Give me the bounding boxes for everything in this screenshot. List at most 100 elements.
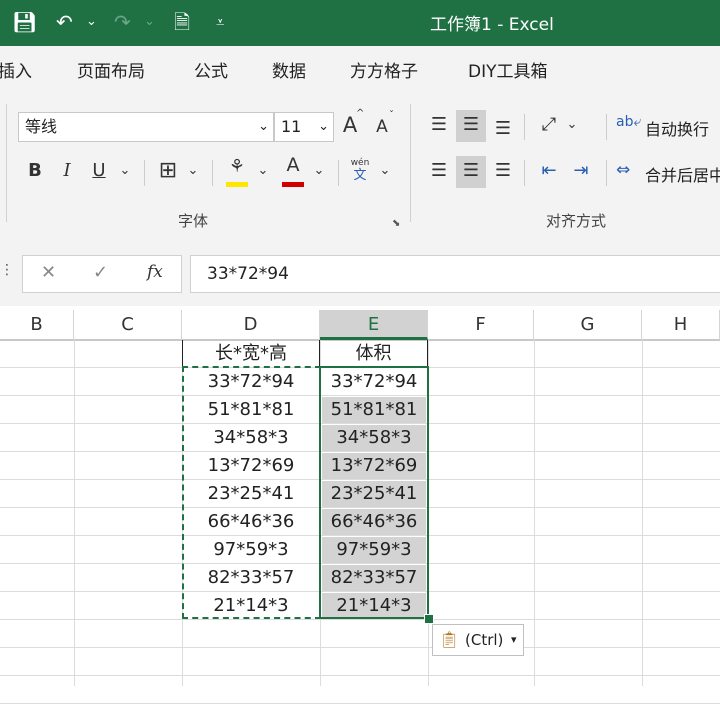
window-title: 工作簿1 - Excel [430,15,554,35]
font-name-select[interactable]: 等线 ⌄ [18,112,274,142]
alignment-group-label: 对齐方式 [546,212,607,230]
dropdown-arrow-icon: ▾ [511,633,517,646]
header-cell-e[interactable]: 体积 [320,340,428,368]
tab-data[interactable]: 数据 [272,57,306,82]
divider [524,160,525,186]
chevron-down-icon[interactable]: ⌄ [116,156,134,186]
clipboard-icon: 📋︎ [439,630,460,649]
grid-row-line [0,619,720,620]
tab-insert[interactable]: 插入 [0,57,32,82]
formula-input[interactable]: 33*72*94 [190,255,720,293]
grid-column-line [534,340,535,686]
fill-color-icon[interactable]: ⚘ [224,152,250,182]
selection-border [319,366,429,619]
chevron-down-icon: ⌄ [258,119,269,134]
borders-icon[interactable]: ⊞ [154,156,182,186]
align-right-icon[interactable]: ☰ [488,156,518,186]
column-header-b[interactable]: B [0,310,74,340]
column-header-h[interactable]: H [642,310,720,340]
redo-dropdown-icon: ⌄ [144,14,155,29]
merge-center-icon: ⇔ [616,160,631,180]
decrease-indent-icon[interactable]: ⇤ [534,156,564,186]
font-size-value: 11 [281,117,302,136]
customize-toolbar-icon[interactable]: ⩡ [216,8,224,36]
grid-column-line [642,340,643,686]
undo-dropdown-icon[interactable]: ⌄ [86,8,97,36]
insert-function-button[interactable]: fx [147,262,163,282]
copy-marquee [182,366,321,619]
chevron-down-icon[interactable]: ⌄ [254,156,272,186]
phonetic-char: 文 [353,168,367,183]
align-bottom-icon[interactable]: ☰ [488,114,518,144]
caret-up-icon: ^ [356,108,365,119]
align-top-icon[interactable]: ☰ [424,110,454,140]
font-color-swatch [282,182,304,187]
phonetic-guide-button[interactable]: wén 文 [348,158,372,184]
tab-fangfang[interactable]: 方方格子 [350,57,418,82]
grid-row-line [0,675,720,676]
chevron-down-icon[interactable]: ⌄ [184,156,202,186]
paste-options-button[interactable]: 📋︎ (Ctrl) ▾ [432,624,524,656]
divider [524,114,525,140]
chevron-down-icon[interactable]: ⌄ [564,110,580,140]
save-icon[interactable]: 💾︎ [12,8,37,36]
divider [606,160,607,186]
column-header-c[interactable]: C [74,310,182,340]
fill-handle[interactable] [424,614,434,624]
formula-buttons: ✕ ✓ fx [22,255,182,293]
bold-button[interactable]: B [24,156,46,186]
font-color-letter: A [286,154,300,176]
caret-down-icon: ˇ [389,110,394,121]
grid-row-line [0,647,720,648]
font-name-value: 等线 [25,117,58,136]
font-size-select[interactable]: 11 ⌄ [274,112,334,142]
dialog-launcher-icon[interactable]: ⬊ [392,218,400,229]
italic-button[interactable]: I [56,156,78,186]
quick-print-icon[interactable]: 🗎︎ [174,8,190,36]
divider [338,160,339,186]
wrap-text-icon: ab⤶ [616,114,642,130]
redo-icon: ↷ [114,10,131,34]
divider [606,114,607,140]
more-icon[interactable]: ⋮ [0,262,14,278]
merge-center-button[interactable]: 合并后居中 [645,162,720,186]
tab-diy-toolbox[interactable]: DIY工具箱 [468,57,548,82]
grid-column-line [74,340,75,686]
orientation-icon[interactable]: ⤢ [534,110,564,140]
phonetic-pinyin: wén [350,158,370,168]
tab-page-layout[interactable]: 页面布局 [77,57,145,82]
column-header-e[interactable]: E [320,310,428,340]
title-bar: 💾︎ ↶ ⌄ ↷ ⌄ 🗎︎ ⩡ 工作簿1 - Excel [0,0,720,46]
ribbon-separator [410,104,411,222]
undo-icon[interactable]: ↶ [56,8,73,36]
divider [212,160,213,186]
chevron-down-icon[interactable]: ⌄ [310,156,328,186]
column-header-f[interactable]: F [428,310,534,340]
ribbon: 等线 ⌄ 11 ⌄ A ^ A ˇ B I U ⌄ ⊞ ⌄ ⚘ ⌄ A ⌄ wé… [0,90,720,239]
tab-formulas[interactable]: 公式 [194,57,228,82]
column-header-g[interactable]: G [534,310,642,340]
align-middle-icon[interactable]: ☰ [456,110,486,142]
align-left-icon[interactable]: ☰ [424,156,454,186]
cancel-icon[interactable]: ✕ [41,262,56,283]
font-color-button[interactable]: A [280,150,306,180]
worksheet-grid[interactable]: B C D E F G H 长*宽*高 体积 33*72*94 33*72*94 5… [0,306,720,704]
ribbon-separator [6,104,7,222]
divider [144,160,145,186]
formula-content: 33*72*94 [207,264,289,284]
formula-bar: ⋮ ✕ ✓ fx 33*72*94 [0,238,720,306]
enter-icon[interactable]: ✓ [93,262,108,283]
wrap-text-button[interactable]: 自动换行 [645,116,709,140]
underline-button[interactable]: U [88,156,110,186]
header-cell-d[interactable]: 长*宽*高 [182,340,320,368]
shrink-font-label: A [376,117,388,137]
align-center-icon[interactable]: ☰ [456,156,486,188]
chevron-down-icon[interactable]: ⌄ [376,156,394,186]
increase-indent-icon[interactable]: ⇥ [566,156,596,186]
font-group-label: 字体 [178,212,209,230]
chevron-down-icon: ⌄ [318,119,329,134]
fill-color-swatch [226,182,248,187]
paste-options-label: (Ctrl) [465,631,504,649]
ribbon-tabs: 插入 页面布局 公式 数据 方方格子 DIY工具箱 [0,46,720,90]
column-header-d[interactable]: D [182,310,320,340]
